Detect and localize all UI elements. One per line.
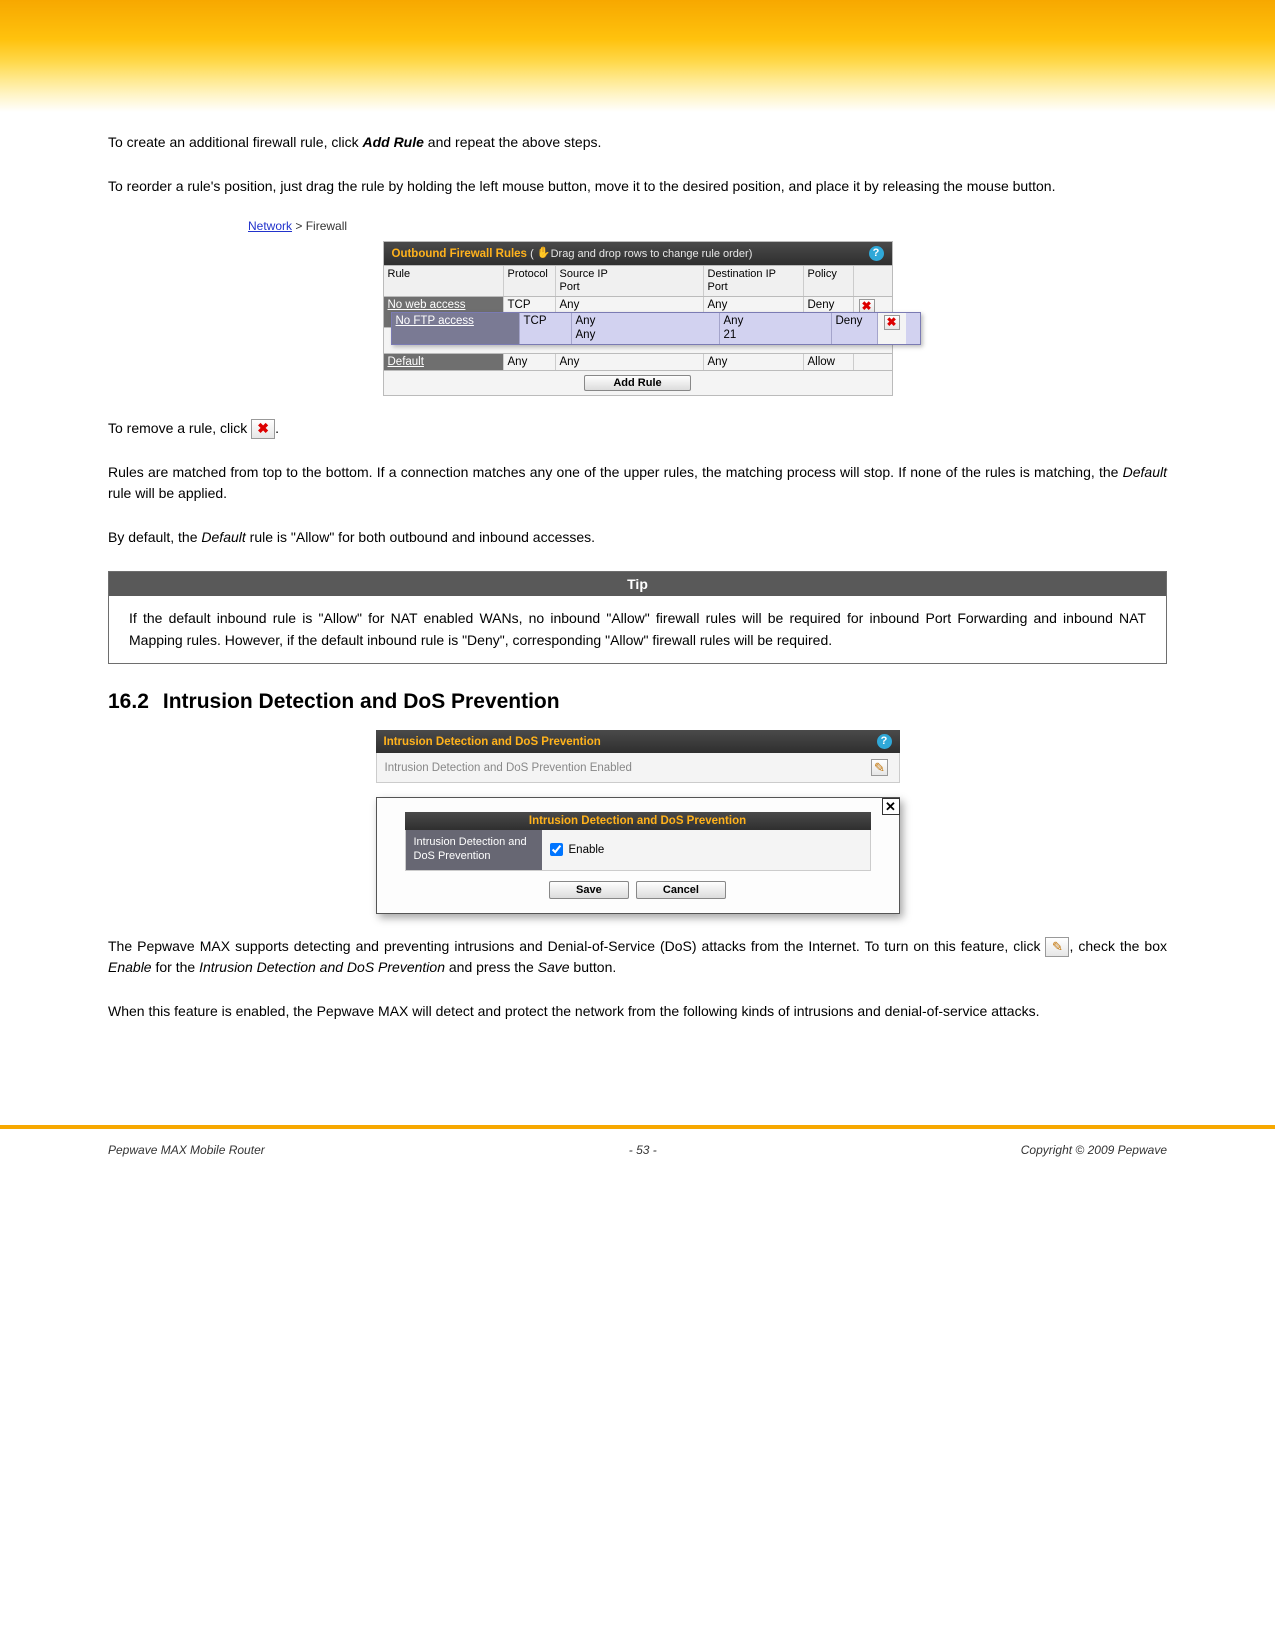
tip-box: Tip If the default inbound rule is "Allo… (108, 571, 1167, 664)
paragraph-default: By default, the Default rule is "Allow" … (108, 527, 1167, 549)
text: for the (152, 959, 199, 975)
breadcrumb-sep: > (292, 219, 306, 233)
tip-title: Tip (109, 572, 1166, 596)
ids-dialog-label: Intrusion Detection and DoS Prevention (406, 830, 542, 870)
rule-link-noweb[interactable]: No web access (388, 299, 466, 311)
col-rule-header: Rule (384, 266, 504, 295)
text: By default, the (108, 529, 201, 545)
help-icon[interactable]: ? (869, 246, 884, 261)
help-icon[interactable]: ? (877, 734, 892, 749)
text: . (275, 420, 279, 436)
closing-paragraph-2: When this feature is enabled, the Pepwav… (108, 1001, 1167, 1023)
tip-body: If the default inbound rule is "Allow" f… (109, 596, 1166, 663)
ids-title: Intrusion Detection and DoS Prevention (384, 736, 601, 748)
page-header-banner (0, 0, 1275, 112)
default-italic: Default (1123, 464, 1167, 480)
enable-checkbox[interactable] (550, 843, 563, 856)
default-row: Default Any Any Any Allow (384, 353, 892, 370)
default-italic: Default (201, 529, 245, 545)
text: rule is "Allow" for both outbound and in… (246, 529, 595, 545)
ids-panel: Intrusion Detection and DoS Prevention ?… (376, 730, 900, 914)
rule-link-noftp[interactable]: No FTP access (396, 315, 474, 327)
dialog-close-icon[interactable]: ✕ (882, 798, 900, 815)
col-policy-header: Policy (804, 266, 854, 295)
ids-dialog-body: Intrusion Detection and DoS Prevention E… (405, 830, 871, 871)
page-content: To create an additional firewall rule, c… (0, 112, 1275, 1085)
text: and press the (445, 959, 538, 975)
text: rule will be applied. (108, 485, 227, 501)
drag-policy: Deny (832, 313, 878, 343)
rule-link-default[interactable]: Default (388, 356, 424, 368)
enable-label: Enable (569, 844, 605, 856)
ids-dialog-title: Intrusion Detection and DoS Prevention (405, 812, 871, 830)
text: , check the box (1069, 938, 1167, 954)
ids-italic: Intrusion Detection and DoS Prevention (199, 959, 445, 975)
delete-rule-icon[interactable]: ✖ (884, 315, 900, 330)
firewall-title: Outbound Firewall Rules (392, 248, 527, 260)
add-rule-row: Add Rule (384, 370, 892, 395)
col-dst-header: Destination IP Port (704, 266, 804, 295)
text: Rules are matched from top to the bottom… (108, 464, 1123, 480)
firewall-titlebar: Outbound Firewall Rules ( ✋Drag and drop… (384, 242, 892, 265)
default-policy: Allow (804, 354, 854, 370)
section-heading: 16.2 Intrusion Detection and DoS Preventi… (108, 690, 1167, 714)
text: The Pepwave MAX supports detecting and p… (108, 938, 1045, 954)
section-number: 16.2 (108, 690, 149, 713)
default-dst: Any (704, 354, 804, 370)
text: button. (570, 959, 617, 975)
default-proto: Any (504, 354, 556, 370)
close-icon[interactable]: ✖ (251, 419, 275, 439)
footer-copyright: Copyright © 2009 Pepwave (1021, 1143, 1167, 1157)
col-protocol-header: Protocol (504, 266, 556, 295)
enable-italic: Enable (108, 959, 152, 975)
footer-left: Pepwave MAX Mobile Router (108, 1143, 265, 1157)
footer-page-number: - 53 - (629, 1143, 657, 1157)
text: To remove a rule, click (108, 420, 251, 436)
breadcrumb-network-link[interactable]: Network (248, 219, 292, 233)
drag-proto: TCP (520, 313, 572, 343)
paragraph-remove-rule: To remove a rule, click ✖. (108, 418, 1167, 440)
breadcrumb: Network > Firewall (248, 219, 1167, 233)
closing-paragraph-1: The Pepwave MAX supports detecting and p… (108, 936, 1167, 979)
drag-hint: ( ✋Drag and drop rows to change rule ord… (530, 248, 752, 260)
paragraph-reorder: To reorder a rule's position, just drag … (108, 176, 1167, 198)
add-rule-bold: Add Rule (362, 134, 423, 150)
edit-icon[interactable]: ✎ (871, 759, 888, 776)
footer-rule (0, 1125, 1275, 1129)
paragraph-add-rule: To create an additional firewall rule, c… (108, 132, 1167, 154)
ids-titlebar: Intrusion Detection and DoS Prevention ? (376, 730, 900, 753)
paragraph-matching: Rules are matched from top to the bottom… (108, 462, 1167, 505)
dragging-row[interactable]: No FTP access TCP Any Any Any 21 Deny ✖ (391, 312, 921, 344)
text: and repeat the above steps. (424, 134, 601, 150)
save-italic: Save (538, 959, 570, 975)
ids-enabled-row: Intrusion Detection and DoS Prevention E… (376, 753, 900, 783)
edit-icon[interactable]: ✎ (1045, 937, 1069, 957)
hand-icon: ✋ (537, 246, 551, 259)
firewall-panel: Outbound Firewall Rules ( ✋Drag and drop… (383, 241, 893, 396)
drag-src: Any Any (572, 313, 720, 343)
breadcrumb-current: Firewall (306, 219, 347, 233)
add-rule-button[interactable]: Add Rule (584, 375, 690, 391)
ids-dialog: ✕ Intrusion Detection and DoS Prevention… (376, 797, 900, 914)
col-srcip-header: Source IP Port (556, 266, 704, 295)
cancel-button[interactable]: Cancel (636, 881, 726, 899)
text: To create an additional firewall rule, c… (108, 134, 362, 150)
ids-row-label: Intrusion Detection and DoS Prevention E… (385, 762, 632, 774)
col-delete-header (854, 266, 880, 295)
save-button[interactable]: Save (549, 881, 629, 899)
ids-dialog-val: Enable (542, 830, 870, 870)
default-src: Any (556, 354, 704, 370)
section-title: Intrusion Detection and DoS Prevention (163, 690, 560, 713)
ids-dialog-buttons: Save Cancel (377, 871, 899, 913)
firewall-header-row: Rule Protocol Source IP Port Destination… (384, 265, 892, 295)
drag-dst: Any 21 (720, 313, 832, 343)
page-footer: Pepwave MAX Mobile Router - 53 - Copyrig… (0, 1143, 1275, 1207)
